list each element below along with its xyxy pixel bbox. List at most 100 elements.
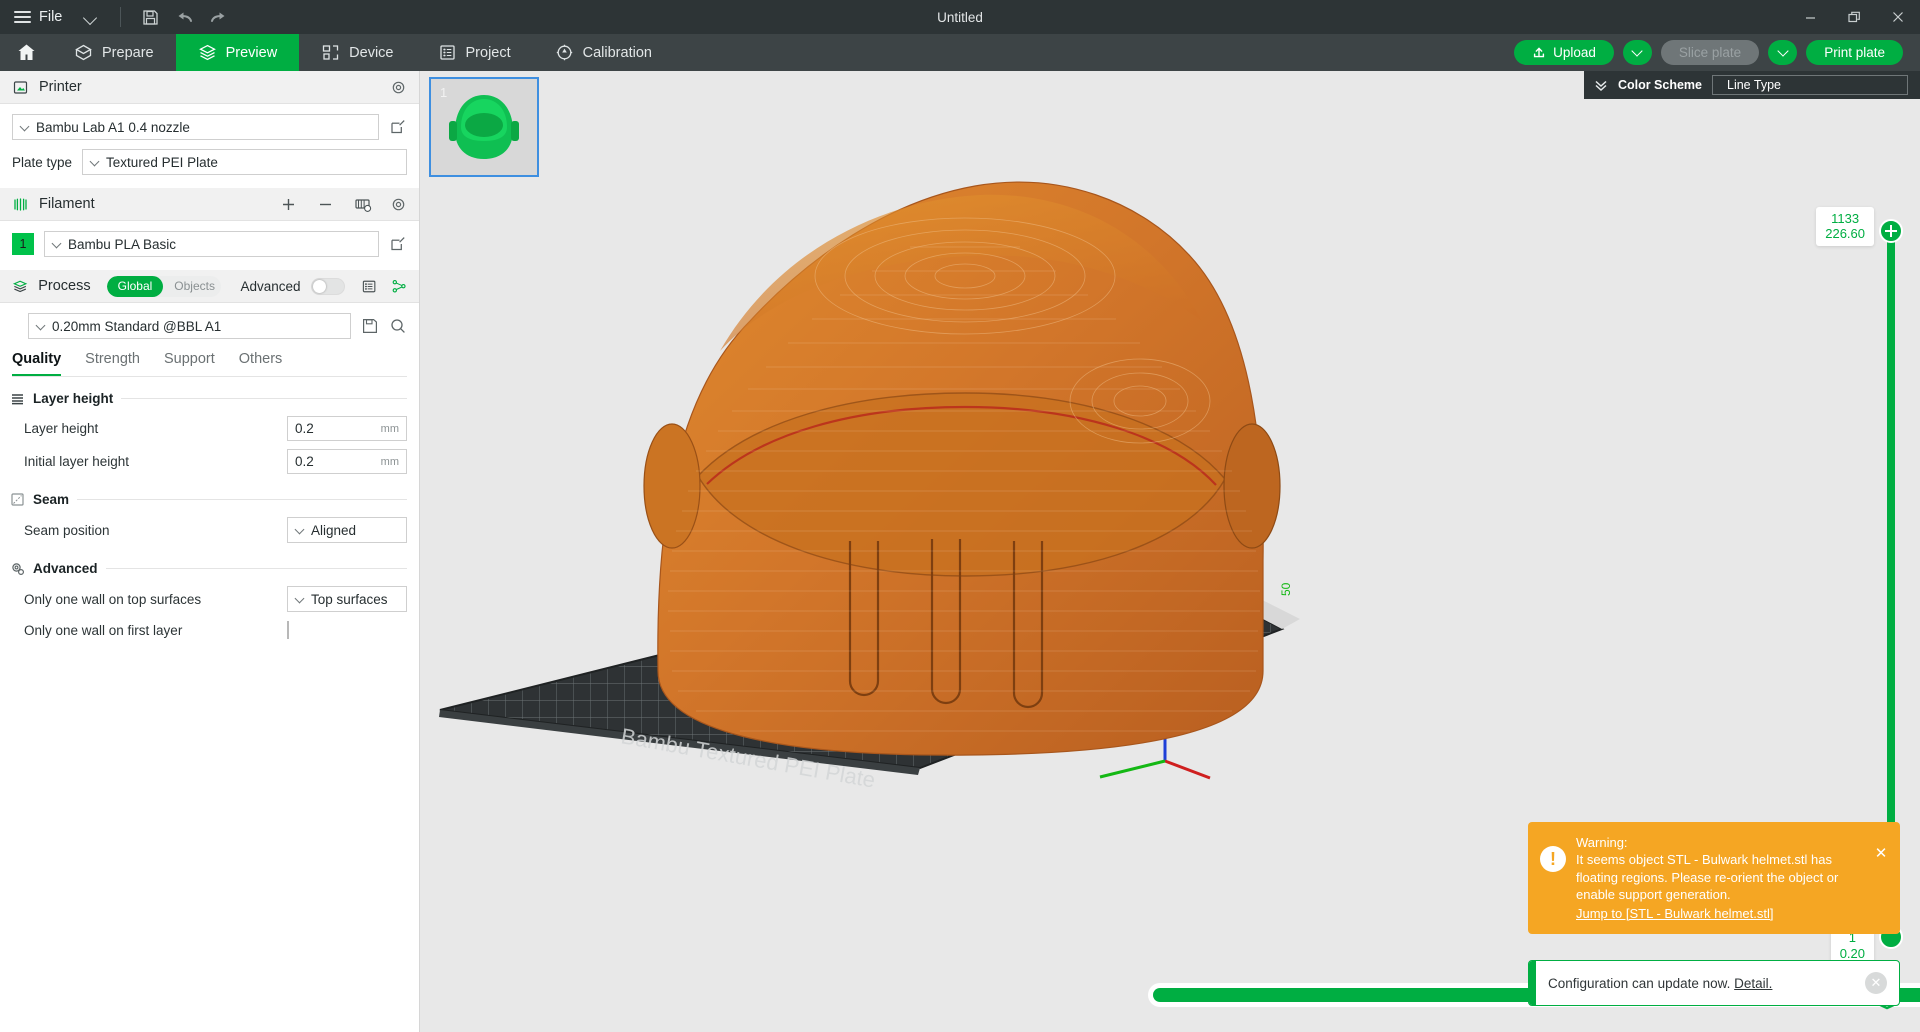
initial-layer-height-input[interactable]: 0.2 mm xyxy=(287,449,407,474)
home-button[interactable] xyxy=(0,34,52,71)
plus-icon[interactable] xyxy=(280,196,297,213)
search-icon[interactable] xyxy=(389,317,407,335)
info-close-button[interactable]: ✕ xyxy=(1865,972,1887,994)
warning-notification: ! Warning: It seems object STL - Bulwark… xyxy=(1528,822,1900,934)
close-icon xyxy=(1891,10,1905,24)
edit-icon[interactable] xyxy=(389,235,407,253)
color-scheme-label: Color Scheme xyxy=(1618,78,1702,92)
redo-button[interactable] xyxy=(201,0,235,34)
gear-icon[interactable] xyxy=(390,196,407,213)
group-title: Seam xyxy=(33,492,69,507)
tab-others[interactable]: Others xyxy=(239,351,283,376)
hamburger-icon xyxy=(14,11,31,23)
slice-plate-button[interactable]: Slice plate xyxy=(1661,40,1759,65)
layer-slider-top-handle[interactable] xyxy=(1879,219,1903,243)
plate-thumbnail[interactable]: 1 xyxy=(429,77,539,177)
filament-preset-value: Bambu PLA Basic xyxy=(68,237,176,252)
nav-item-project[interactable]: Project xyxy=(416,34,533,71)
process-preset-select[interactable]: 0.20mm Standard @BBL A1 xyxy=(28,313,351,339)
process-tabs: Quality Strength Support Others xyxy=(0,339,419,376)
one-wall-first-layer-checkbox[interactable] xyxy=(287,621,289,639)
layers-icon xyxy=(198,43,217,62)
chevron-down-icon xyxy=(296,595,305,604)
nav-item-preview[interactable]: Preview xyxy=(176,34,300,71)
printer-preset-select[interactable]: Bambu Lab A1 0.4 nozzle xyxy=(12,114,379,140)
filament-icon xyxy=(12,196,29,213)
seam-position-select[interactable]: Aligned xyxy=(287,517,407,543)
layer-height-input[interactable]: 0.2 mm xyxy=(287,416,407,441)
tab-quality[interactable]: Quality xyxy=(12,351,61,376)
chevron-down-icon xyxy=(21,123,30,132)
gear-icon[interactable] xyxy=(390,79,407,96)
close-button[interactable] xyxy=(1876,0,1920,34)
one-wall-top-surfaces-select[interactable]: Top surfaces xyxy=(287,586,407,612)
scope-global[interactable]: Global xyxy=(107,276,164,297)
nav-spacer xyxy=(674,34,1514,71)
nav-item-prepare[interactable]: Prepare xyxy=(52,34,176,71)
layer-height-icon xyxy=(10,391,25,406)
window-controls xyxy=(1788,0,1920,34)
file-menu-button[interactable]: File xyxy=(0,0,108,34)
print-plate-label: Print plate xyxy=(1824,45,1885,60)
process-scope-toggle[interactable]: Global Objects xyxy=(107,276,221,297)
edit-icon[interactable] xyxy=(389,118,407,136)
nav-item-label: Prepare xyxy=(102,45,154,61)
layer-slider-top-layer: 1133 xyxy=(1825,211,1865,226)
tab-strength[interactable]: Strength xyxy=(85,351,140,376)
slice-plate-dropdown[interactable] xyxy=(1623,40,1652,65)
print-plate-button[interactable]: Print plate xyxy=(1806,40,1903,65)
ams-sync-icon[interactable] xyxy=(354,196,372,213)
chevron-down-icon xyxy=(296,526,305,535)
minimize-icon xyxy=(1804,11,1817,24)
info-message: Configuration can update now. xyxy=(1548,976,1730,991)
color-scheme-select[interactable]: Line Type xyxy=(1712,75,1908,95)
filament-index-badge[interactable]: 1 xyxy=(12,233,34,255)
group-layer-height: Layer height xyxy=(0,377,419,412)
left-sidebar: Printer Bambu Lab A1 0.4 nozzle xyxy=(0,71,420,1032)
minimize-button[interactable] xyxy=(1788,0,1832,34)
advanced-toggle[interactable] xyxy=(311,278,345,295)
upload-label: Upload xyxy=(1553,45,1596,60)
calibration-icon xyxy=(555,43,574,62)
printer-section-header: Printer xyxy=(0,71,419,104)
nav-item-calibration[interactable]: Calibration xyxy=(533,34,674,71)
nav-actions: Upload Slice plate Print plate xyxy=(1514,34,1920,71)
warning-message: It seems object STL - Bulwark helmet.stl… xyxy=(1576,851,1862,902)
filament-preset-select[interactable]: Bambu PLA Basic xyxy=(44,231,379,257)
nav-item-device[interactable]: Device xyxy=(299,34,415,71)
upload-icon xyxy=(1532,46,1546,60)
param-label: Layer height xyxy=(24,421,287,436)
param-label: Seam position xyxy=(24,523,287,538)
tab-support[interactable]: Support xyxy=(164,351,215,376)
group-title: Layer height xyxy=(33,391,113,406)
plate-thumbnail-number: 1 xyxy=(440,85,447,100)
param-seam-position: Seam position Aligned xyxy=(0,513,419,547)
plate-type-select[interactable]: Textured PEI Plate xyxy=(82,149,407,175)
chevron-down-icon xyxy=(53,240,62,249)
nav-item-label: Project xyxy=(466,45,511,61)
info-detail-link[interactable]: Detail. xyxy=(1734,976,1772,991)
minus-icon[interactable] xyxy=(317,196,334,213)
save-button[interactable] xyxy=(133,0,167,34)
exclamation-icon: ! xyxy=(1540,846,1566,872)
list-icon[interactable] xyxy=(361,278,377,295)
printer-section-body: Bambu Lab A1 0.4 nozzle Plate type Textu… xyxy=(0,114,419,175)
upload-button[interactable]: Upload xyxy=(1514,40,1614,65)
warning-jump-link[interactable]: Jump to [STL - Bulwark helmet.stl] xyxy=(1576,905,1773,922)
param-unit: mm xyxy=(381,423,399,435)
save-preset-icon[interactable] xyxy=(361,317,379,335)
warning-close-button[interactable]: ✕ xyxy=(1872,844,1890,862)
undo-button[interactable] xyxy=(167,0,201,34)
param-label: Only one wall on first layer xyxy=(24,623,287,638)
compare-icon[interactable] xyxy=(391,278,407,295)
scope-objects[interactable]: Objects xyxy=(163,276,220,297)
info-notification: Configuration can update now. Detail. ✕ xyxy=(1528,960,1900,1006)
color-scheme-bar: Color Scheme Line Type xyxy=(1584,71,1920,99)
redo-icon xyxy=(209,9,228,26)
chevron-double-down-icon[interactable] xyxy=(1594,78,1608,92)
layer-slider-bottom-height: 0.20 xyxy=(1840,946,1865,961)
3d-viewport[interactable]: Bambu Textured PEI Plate 50 xyxy=(420,71,1920,1032)
filament-section-body: 1 Bambu PLA Basic xyxy=(0,231,419,257)
restore-button[interactable] xyxy=(1832,0,1876,34)
print-plate-dropdown[interactable] xyxy=(1768,40,1797,65)
